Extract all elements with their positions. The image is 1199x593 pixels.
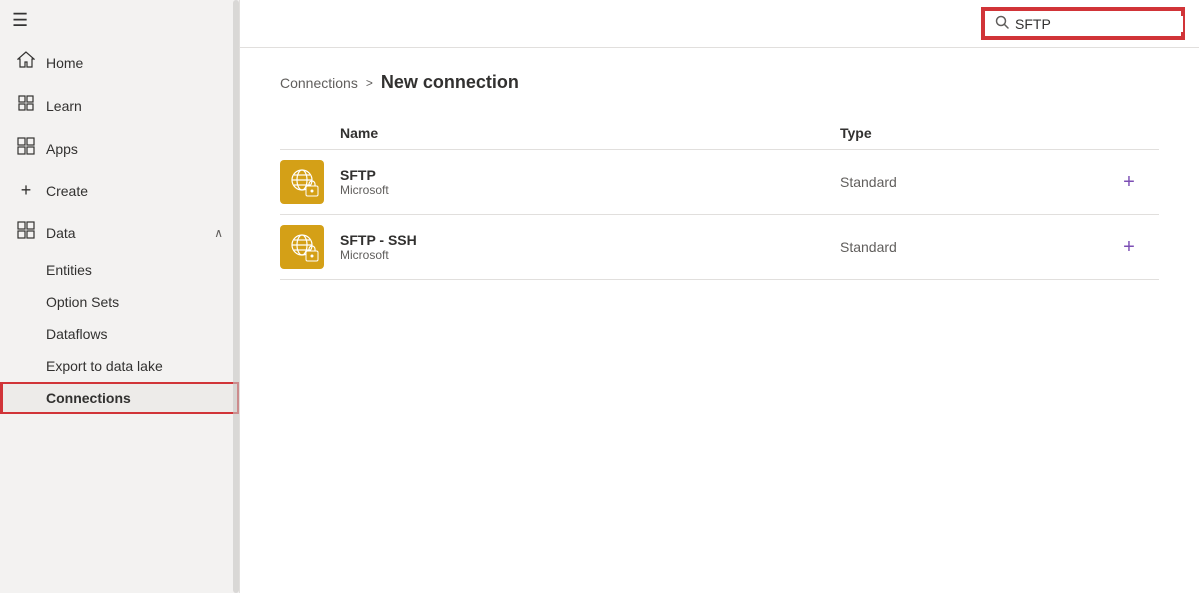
- breadcrumb-separator: >: [366, 76, 373, 90]
- sidebar-item-label-data: Data: [46, 225, 204, 241]
- connector-type-sftp-ssh: Standard: [840, 239, 1099, 255]
- table-header: Name Type: [280, 117, 1159, 150]
- connector-info-sftp-ssh: SFTP - SSH Microsoft: [340, 232, 840, 262]
- sidebar: ☰ Home Learn: [0, 0, 240, 593]
- breadcrumb: Connections > New connection: [280, 72, 1159, 93]
- sidebar-subitem-export-to-data-lake[interactable]: Export to data lake: [0, 350, 239, 382]
- data-icon: [16, 221, 36, 244]
- sidebar-top: ☰: [0, 0, 239, 41]
- add-connection-sftp-ssh-button[interactable]: +: [1099, 236, 1159, 259]
- col-action-header: [1099, 125, 1159, 141]
- sidebar-item-label-learn: Learn: [46, 98, 223, 114]
- connector-icon-sftp-ssh: [280, 225, 340, 269]
- learn-icon: [16, 94, 36, 117]
- connector-publisher-sftp: Microsoft: [340, 183, 840, 197]
- sidebar-subitem-dataflows[interactable]: Dataflows: [0, 318, 239, 350]
- connector-info-sftp: SFTP Microsoft: [340, 167, 840, 197]
- top-bar: ×: [240, 0, 1199, 48]
- sidebar-item-apps[interactable]: Apps: [0, 127, 239, 170]
- sidebar-item-label-create: Create: [46, 183, 223, 199]
- apps-icon: [16, 137, 36, 160]
- sidebar-item-label-home: Home: [46, 55, 223, 71]
- connector-name-sftp: SFTP: [340, 167, 840, 183]
- sidebar-item-learn[interactable]: Learn: [0, 84, 239, 127]
- table-row: SFTP - SSH Microsoft Standard +: [280, 215, 1159, 280]
- search-icon: [995, 15, 1009, 32]
- hamburger-icon[interactable]: ☰: [12, 10, 28, 31]
- breadcrumb-current: New connection: [381, 72, 519, 93]
- sidebar-subitem-connections[interactable]: Connections: [0, 382, 239, 414]
- data-chevron-icon: ∧: [214, 226, 223, 240]
- search-box[interactable]: ×: [983, 9, 1183, 38]
- sidebar-item-create[interactable]: + Create: [0, 170, 239, 211]
- content-area: Connections > New connection Name Type: [240, 48, 1199, 593]
- connector-icon-sftp: [280, 160, 340, 204]
- main-content: × Connections > New connection Name Type: [240, 0, 1199, 593]
- search-input[interactable]: [1015, 16, 1196, 32]
- sidebar-scrollbar[interactable]: [233, 0, 239, 593]
- connector-type-sftp: Standard: [840, 174, 1099, 190]
- connector-name-sftp-ssh: SFTP - SSH: [340, 232, 840, 248]
- table-row: SFTP Microsoft Standard +: [280, 150, 1159, 215]
- create-icon: +: [16, 180, 36, 201]
- col-name-header: Name: [340, 125, 840, 141]
- sidebar-subitem-option-sets[interactable]: Option Sets: [0, 286, 239, 318]
- home-icon: [16, 51, 36, 74]
- sidebar-item-data[interactable]: Data ∧: [0, 211, 239, 254]
- col-icon-spacer: [280, 125, 340, 141]
- col-type-header: Type: [840, 125, 1099, 141]
- add-connection-sftp-button[interactable]: +: [1099, 171, 1159, 194]
- breadcrumb-parent-link[interactable]: Connections: [280, 75, 358, 91]
- sidebar-subitem-entities[interactable]: Entities: [0, 254, 239, 286]
- sidebar-item-label-apps: Apps: [46, 141, 223, 157]
- connector-publisher-sftp-ssh: Microsoft: [340, 248, 840, 262]
- sidebar-item-home[interactable]: Home: [0, 41, 239, 84]
